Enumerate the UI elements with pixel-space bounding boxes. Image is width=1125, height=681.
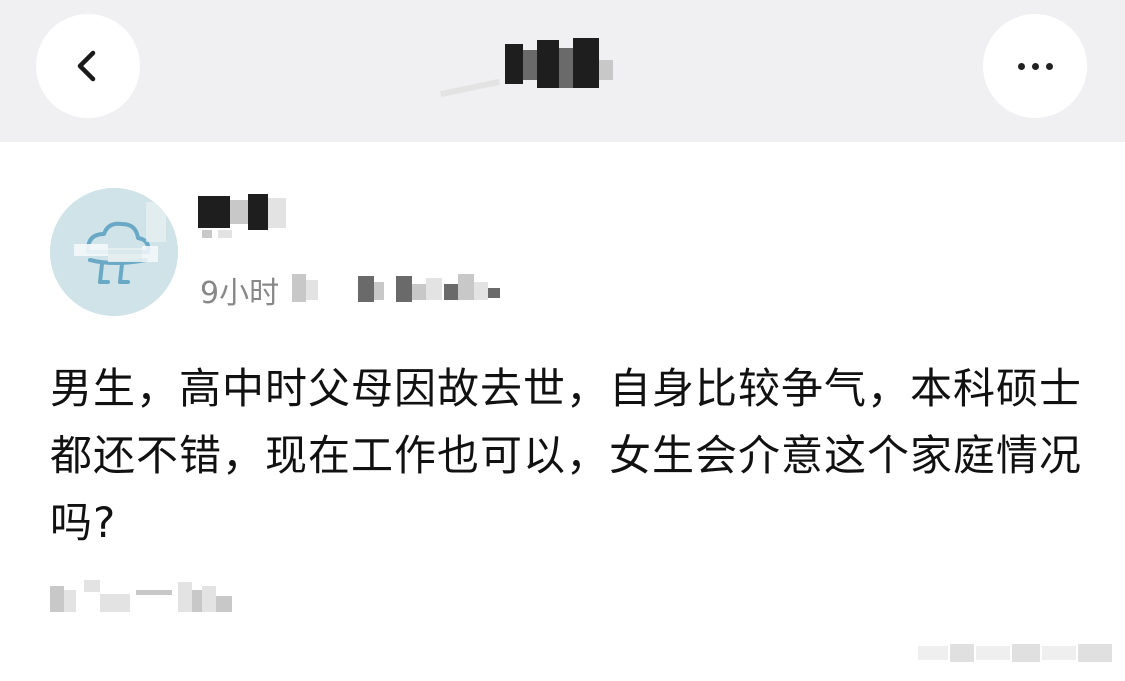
redaction-block [136, 590, 172, 595]
post-content: 男生，高中时父母因故去世，自身比较争气，本科硕士都还不错，现在工作也可以，女生会… [50, 364, 1083, 547]
watermark-block [1078, 644, 1112, 662]
page-title [400, 30, 720, 110]
redaction-block [292, 274, 306, 302]
redaction-block [84, 580, 100, 592]
redaction-block [358, 276, 374, 302]
post-time: 9小时 [200, 276, 280, 311]
watermark-block [950, 644, 974, 662]
redaction-block [599, 60, 613, 80]
redaction-block [474, 282, 488, 300]
watermark-block [1012, 644, 1040, 662]
redaction-block [458, 274, 474, 300]
dot [1045, 62, 1053, 70]
redaction-block [216, 596, 232, 612]
avatar[interactable] [50, 188, 178, 316]
redaction-block [192, 590, 202, 612]
redaction-block [306, 280, 318, 300]
redaction-block [396, 276, 412, 302]
dot [1017, 62, 1025, 70]
chevron-left-icon [77, 50, 96, 82]
redaction-block [64, 590, 76, 612]
redaction-block [230, 200, 248, 224]
redaction-block [374, 282, 384, 300]
redaction-block [426, 278, 442, 300]
post-meta: 9小时 [200, 266, 520, 311]
redaction-block [178, 582, 192, 612]
watermark-block [1042, 646, 1076, 660]
redaction-block [100, 594, 130, 612]
redaction-block [537, 40, 559, 88]
redaction-block [523, 50, 537, 80]
author-name[interactable] [198, 190, 308, 240]
watermark [918, 640, 1118, 666]
redaction-block [505, 44, 523, 84]
redaction-block [248, 194, 268, 230]
redaction-block [50, 586, 64, 612]
watermark-block [918, 646, 948, 660]
watermark-block [976, 646, 1010, 660]
back-button[interactable] [36, 14, 140, 118]
redaction-block [444, 284, 458, 300]
redaction-block [202, 586, 216, 612]
more-horizontal-icon [1017, 62, 1053, 70]
redaction-block [198, 196, 230, 228]
redaction-block [488, 288, 500, 298]
redaction-block [268, 198, 286, 228]
top-navigation-bar [0, 0, 1125, 142]
redaction-block [440, 78, 500, 98]
redaction-block [218, 230, 232, 238]
post-footer [50, 576, 260, 616]
redaction-block [559, 48, 573, 88]
more-options-button[interactable] [983, 14, 1087, 118]
cloud-character-icon [50, 188, 178, 316]
redaction-block [202, 230, 212, 238]
redaction-block [412, 284, 426, 300]
redaction-block [573, 38, 599, 88]
dot [1031, 62, 1039, 70]
